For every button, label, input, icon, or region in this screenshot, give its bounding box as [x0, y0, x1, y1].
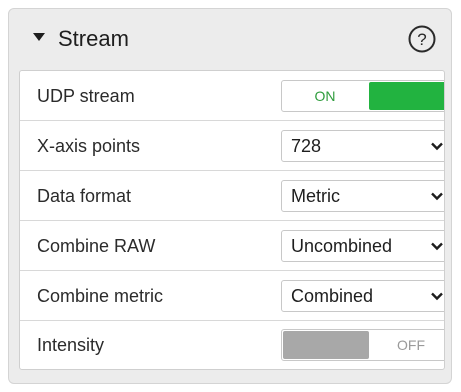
setting-label: X-axis points: [37, 136, 141, 156]
x-axis-points-select[interactable]: 728: [281, 130, 444, 162]
combine-metric-select[interactable]: Combined: [281, 280, 444, 312]
chevron-down-icon: [431, 292, 443, 301]
combine-raw-select[interactable]: Uncombined: [281, 230, 444, 262]
setting-label: Intensity: [37, 335, 105, 355]
select-value: Uncombined: [291, 236, 393, 256]
setting-row-udp-stream: UDP stream ON: [20, 71, 444, 121]
toggle-state-label: OFF: [397, 337, 425, 353]
setting-label: Combine metric: [37, 286, 164, 306]
select-value: 728: [291, 136, 322, 156]
intensity-toggle[interactable]: OFF: [281, 329, 444, 361]
setting-label: UDP stream: [37, 86, 135, 106]
toggle-knob: [369, 82, 444, 110]
panel-title: Stream: [58, 26, 129, 51]
setting-row-combine-raw: Combine RAW Uncombined: [20, 221, 444, 271]
help-icon[interactable]: ?: [407, 24, 437, 54]
setting-label: Combine RAW: [37, 236, 156, 256]
setting-row-data-format: Data format Metric: [20, 171, 444, 221]
select-value: Metric: [291, 186, 340, 206]
select-value: Combined: [291, 286, 374, 306]
setting-label: Data format: [37, 186, 132, 206]
udp-stream-toggle[interactable]: ON: [281, 80, 444, 112]
data-format-select[interactable]: Metric: [281, 180, 444, 212]
chevron-down-icon: [431, 242, 443, 251]
setting-row-combine-metric: Combine metric Combined: [20, 271, 444, 321]
setting-row-x-axis-points: X-axis points 728: [20, 121, 444, 171]
settings-list: UDP stream ON X-axis points 728 Data for…: [19, 70, 445, 370]
setting-row-intensity: Intensity OFF: [20, 321, 444, 369]
panel-header[interactable]: Stream ?: [9, 9, 451, 69]
svg-text:?: ?: [417, 30, 426, 49]
chevron-down-icon: [431, 192, 443, 201]
toggle-knob: [283, 331, 369, 359]
triangle-down-icon[interactable]: [33, 33, 45, 41]
chevron-down-icon: [431, 142, 443, 151]
stream-panel: Stream ? UDP stream ON X-axis points 728…: [8, 8, 452, 384]
toggle-state-label: ON: [314, 88, 336, 104]
